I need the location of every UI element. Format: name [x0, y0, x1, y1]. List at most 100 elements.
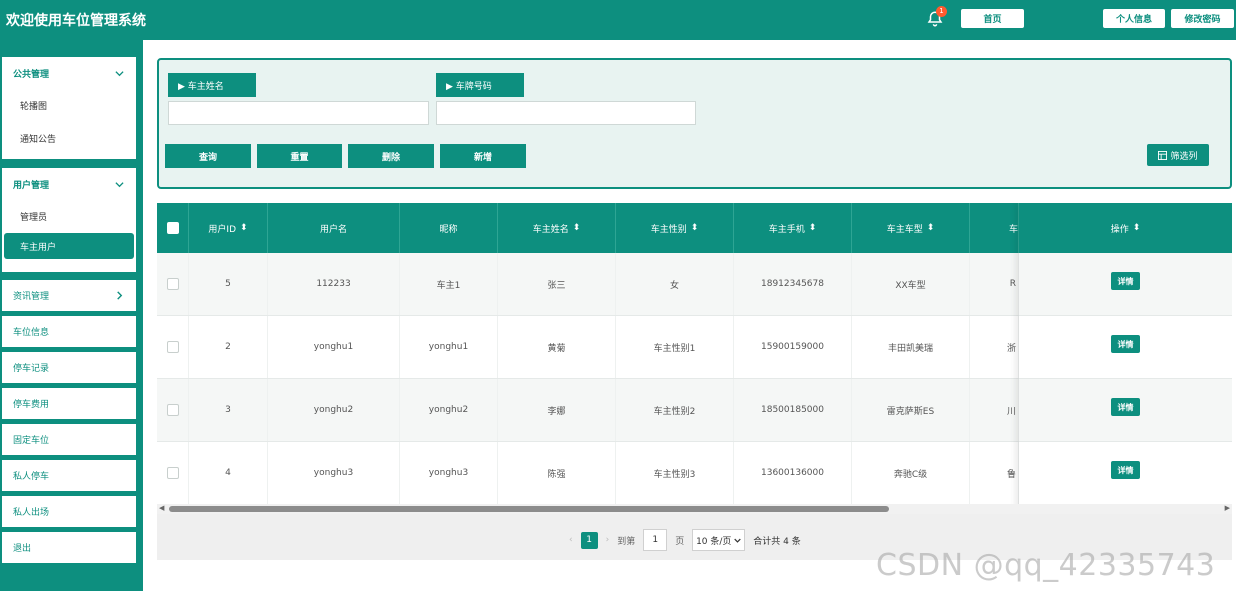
column-header-label: 昵称 — [439, 224, 458, 235]
cell-owner-phone: 18500185000 — [734, 379, 852, 441]
sidebar-item-carousel[interactable]: 轮播图 — [2, 89, 136, 122]
row-checkbox[interactable] — [166, 341, 179, 353]
sidebar-item-news[interactable]: 资讯管理 — [2, 280, 136, 311]
top-header: 欢迎使用车位管理系统 — [0, 0, 1236, 40]
cell-owner-gender: 车主性别1 — [616, 316, 734, 378]
chevron-down-icon — [734, 538, 742, 543]
page-number-current[interactable]: 1 — [580, 531, 598, 549]
sidebar-item-fixed-spaces[interactable]: 固定车位 — [2, 424, 136, 455]
cell-truncated: R — [970, 253, 1019, 315]
scrollbar-thumb[interactable] — [169, 506, 889, 512]
cell-user-id: 4 — [189, 442, 268, 504]
select-all-checkbox[interactable] — [166, 222, 179, 234]
page-size-value: 10 条/页 — [696, 536, 732, 547]
filter-columns-label: 筛选列 — [1170, 151, 1198, 162]
sidebar-item-parking-fees[interactable]: 停车费用 — [2, 388, 136, 419]
prev-page-icon[interactable]: ‹ — [569, 535, 573, 545]
delete-button[interactable]: 删除 — [348, 144, 434, 168]
cell-nickname: yonghu1 — [400, 316, 498, 378]
cell-owner-name: 张三 — [498, 253, 616, 315]
pagination: ‹ 1 › 到第 1 页 10 条/页 合计共 4 条 — [569, 529, 801, 551]
change-password-button[interactable]: 修改密码 — [1171, 9, 1234, 28]
sidebar-group-users-header[interactable]: 用户管理 — [2, 168, 136, 200]
sidebar-item-private-parking[interactable]: 私人停车 — [2, 460, 136, 491]
cell-car-model: XX车型 — [852, 253, 970, 315]
column-header-car-model[interactable]: 车主车型 ⬍ — [852, 203, 970, 253]
sidebar-item-parking-records[interactable]: 停车记录 — [2, 352, 136, 383]
cell-nickname: yonghu2 — [400, 379, 498, 441]
cell-owner-gender: 女 — [616, 253, 734, 315]
profile-button[interactable]: 个人信息 — [1103, 9, 1165, 28]
sidebar-item-admin[interactable]: 管理员 — [2, 200, 136, 233]
row-checkbox[interactable] — [166, 467, 179, 479]
column-header-owner-gender[interactable]: 车主性别 ⬍ — [616, 203, 734, 253]
cell-owner-name: 陈强 — [498, 442, 616, 504]
cell-nickname: 车主1 — [400, 253, 498, 315]
cell-owner-phone: 18912345678 — [734, 253, 852, 315]
sidebar-group-public: 公共管理 轮播图 通知公告 — [2, 57, 136, 159]
column-header-user-id[interactable]: 用户ID ⬍ — [189, 203, 268, 253]
column-header-label: 车主姓名 — [532, 224, 569, 235]
row-checkbox[interactable] — [166, 404, 179, 416]
sidebar-group-users: 用户管理 管理员 车主用户 — [2, 168, 136, 272]
cell-username: 112233 — [268, 253, 400, 315]
cell-owner-phone: 15900159000 — [734, 316, 852, 378]
sidebar-item-private-exit[interactable]: 私人出场 — [2, 496, 136, 527]
owner-name-label: ▶ 车主姓名 — [168, 73, 256, 97]
cell-car-model: 雷克萨斯ES — [852, 379, 970, 441]
column-header-label: 用户ID — [208, 224, 237, 235]
column-header-truncated[interactable]: 车 — [970, 203, 1019, 253]
add-button[interactable]: 新增 — [440, 144, 526, 168]
page-size-select[interactable]: 10 条/页 — [692, 529, 746, 551]
column-header-label: 用户名 — [319, 224, 347, 235]
scroll-left-icon[interactable]: ◀ — [159, 504, 164, 512]
next-page-icon[interactable]: › — [606, 535, 610, 545]
cell-owner-gender: 车主性别2 — [616, 379, 734, 441]
cell-username: yonghu3 — [268, 442, 400, 504]
cell-car-model: 丰田凯美瑞 — [852, 316, 970, 378]
column-header-owner-name[interactable]: 车主姓名 ⬍ — [498, 203, 616, 253]
filter-columns-button[interactable]: 筛选列 — [1147, 144, 1209, 166]
cell-truncated: 鲁 — [970, 442, 1019, 504]
column-header-label: 车 — [1008, 224, 1018, 235]
scroll-right-icon[interactable]: ▶ — [1225, 504, 1230, 512]
column-header-label: 车主手机 — [768, 224, 805, 235]
column-header-owner-phone[interactable]: 车主手机 ⬍ — [734, 203, 852, 253]
table-icon — [1158, 150, 1168, 160]
sort-icon: ⬍ — [808, 223, 817, 233]
column-header-label: 车主性别 — [650, 224, 687, 235]
reset-button[interactable]: 重置 — [257, 144, 342, 168]
row-select-cell — [157, 379, 189, 441]
column-header-nickname[interactable]: 昵称 — [400, 203, 498, 253]
total-count: 合计共 4 条 — [753, 536, 801, 547]
sidebar-item-parking-info[interactable]: 车位信息 — [2, 316, 136, 347]
sort-icon: ⬍ — [240, 223, 248, 233]
fixed-actions-column-shadow — [1019, 203, 1232, 515]
cell-nickname: yonghu3 — [400, 442, 498, 504]
plate-number-input[interactable] — [436, 101, 696, 125]
row-checkbox[interactable] — [166, 278, 179, 290]
cell-user-id: 2 — [189, 316, 268, 378]
cell-owner-phone: 13600136000 — [734, 442, 852, 504]
row-select-cell — [157, 316, 189, 378]
home-button[interactable]: 首页 — [961, 9, 1024, 28]
sort-icon: ⬍ — [572, 223, 581, 233]
watermark: CSDN @qq_42335743 — [876, 548, 1216, 583]
sort-icon: ⬍ — [690, 223, 699, 233]
page-unit-label: 页 — [675, 536, 685, 547]
sidebar-item-car-owner[interactable]: 车主用户 — [4, 233, 134, 259]
query-button[interactable]: 查询 — [165, 144, 251, 168]
horizontal-scrollbar[interactable]: ◀ ▶ — [157, 504, 1232, 514]
sidebar-group-label: 用户管理 — [13, 180, 50, 191]
plate-number-label: ▶ 车牌号码 — [436, 73, 524, 97]
sidebar-group-public-header[interactable]: 公共管理 — [2, 57, 136, 89]
sidebar-item-notice[interactable]: 通知公告 — [2, 122, 136, 155]
column-header-username[interactable]: 用户名 — [268, 203, 400, 253]
cell-owner-gender: 车主性别3 — [616, 442, 734, 504]
goto-page-input[interactable]: 1 — [643, 529, 668, 551]
owner-name-input[interactable] — [168, 101, 429, 125]
main-content: ▶ 车主姓名 ▶ 车牌号码 查询 重置 删除 新增 筛选列 用户ID ⬍ 用户名 … — [143, 40, 1236, 591]
sidebar-group-label: 公共管理 — [13, 69, 50, 80]
app-title: 欢迎使用车位管理系统 — [6, 13, 146, 29]
sidebar-item-logout[interactable]: 退出 — [2, 532, 136, 563]
